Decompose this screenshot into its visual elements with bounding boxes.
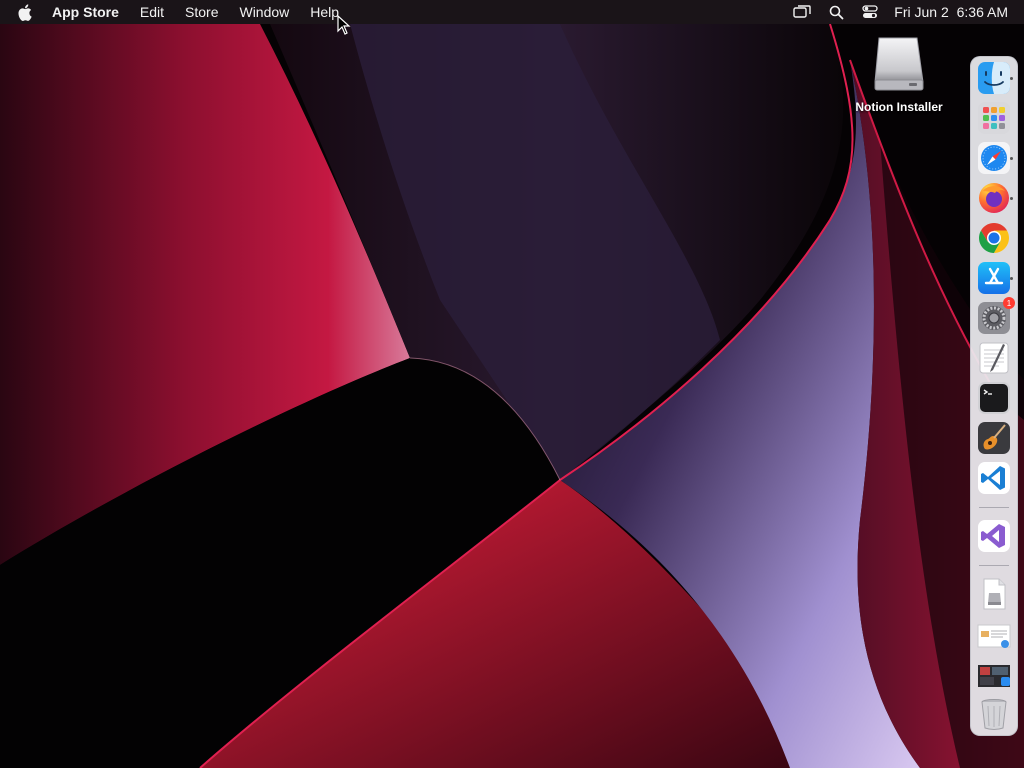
- launchpad-icon: [978, 102, 1010, 134]
- vscode-icon: [978, 462, 1010, 494]
- dock-vscode[interactable]: [977, 461, 1011, 495]
- dock-firefox[interactable]: [977, 181, 1013, 215]
- finder-icon: [978, 62, 1010, 94]
- dock-separator: [979, 565, 1009, 566]
- garageband-icon: [978, 422, 1010, 454]
- running-indicator: [1010, 197, 1013, 200]
- apple-menu-icon[interactable]: [18, 3, 34, 21]
- app-store-icon: [978, 262, 1010, 294]
- clock-date: Fri Jun 2: [894, 4, 949, 20]
- dock-chrome[interactable]: [977, 221, 1011, 255]
- search-icon[interactable]: [826, 4, 846, 20]
- dock-textedit[interactable]: [977, 341, 1011, 375]
- menu-store[interactable]: Store: [185, 4, 218, 20]
- dock-garageband[interactable]: [977, 421, 1011, 455]
- dock-visual-studio[interactable]: [977, 519, 1011, 553]
- dock-separator: [979, 507, 1009, 508]
- dock-finder[interactable]: [977, 61, 1013, 95]
- wallpaper: [0, 0, 1024, 768]
- trash-icon: [981, 699, 1007, 730]
- dock-system-settings[interactable]: 1: [977, 297, 1015, 335]
- running-indicator: [1010, 277, 1013, 280]
- menu-window[interactable]: Window: [239, 4, 289, 20]
- menu-edit[interactable]: Edit: [140, 4, 164, 20]
- dock-app-store[interactable]: [977, 261, 1013, 295]
- downloads-stack-icon: [978, 665, 1010, 687]
- screen-mirroring-icon[interactable]: [792, 4, 812, 20]
- clock-time: 6:36 AM: [956, 4, 1008, 20]
- dock-trash[interactable]: [977, 697, 1011, 731]
- menu-help[interactable]: Help: [310, 4, 339, 20]
- control-center-icon[interactable]: [860, 4, 880, 20]
- dmg-file-icon: [983, 578, 1006, 610]
- dock-stack-documents[interactable]: [977, 619, 1011, 653]
- safari-icon: [978, 142, 1010, 174]
- running-indicator: [1010, 77, 1013, 80]
- desktop-item-label: Notion Installer: [855, 100, 943, 114]
- terminal-icon: [978, 382, 1010, 414]
- textedit-icon: [979, 342, 1009, 374]
- visual-studio-icon: [978, 520, 1010, 552]
- desktop-item-notion-installer[interactable]: Notion Installer: [846, 34, 952, 114]
- chrome-icon: [978, 223, 1010, 253]
- desktop: App Store Edit Store Window Help Fri Jun…: [0, 0, 1024, 768]
- dock-terminal[interactable]: [977, 381, 1011, 415]
- notification-badge: 1: [1003, 297, 1015, 309]
- dock-safari[interactable]: [977, 141, 1013, 175]
- dock-stack-notion-installer[interactable]: [977, 577, 1011, 611]
- firefox-icon: [979, 183, 1009, 213]
- dock: 1: [970, 56, 1018, 736]
- mouse-cursor-icon: [337, 15, 351, 35]
- running-indicator: [1010, 157, 1013, 160]
- menu-bar-clock[interactable]: Fri Jun 2 6:36 AM: [894, 4, 1008, 20]
- menu-bar: App Store Edit Store Window Help Fri Jun…: [0, 0, 1024, 24]
- menu-app-store[interactable]: App Store: [52, 4, 119, 20]
- dock-launchpad[interactable]: [977, 101, 1011, 135]
- documents-stack-icon: [977, 624, 1011, 648]
- dock-stack-downloads[interactable]: [977, 659, 1011, 693]
- external-disk-icon: [874, 37, 924, 91]
